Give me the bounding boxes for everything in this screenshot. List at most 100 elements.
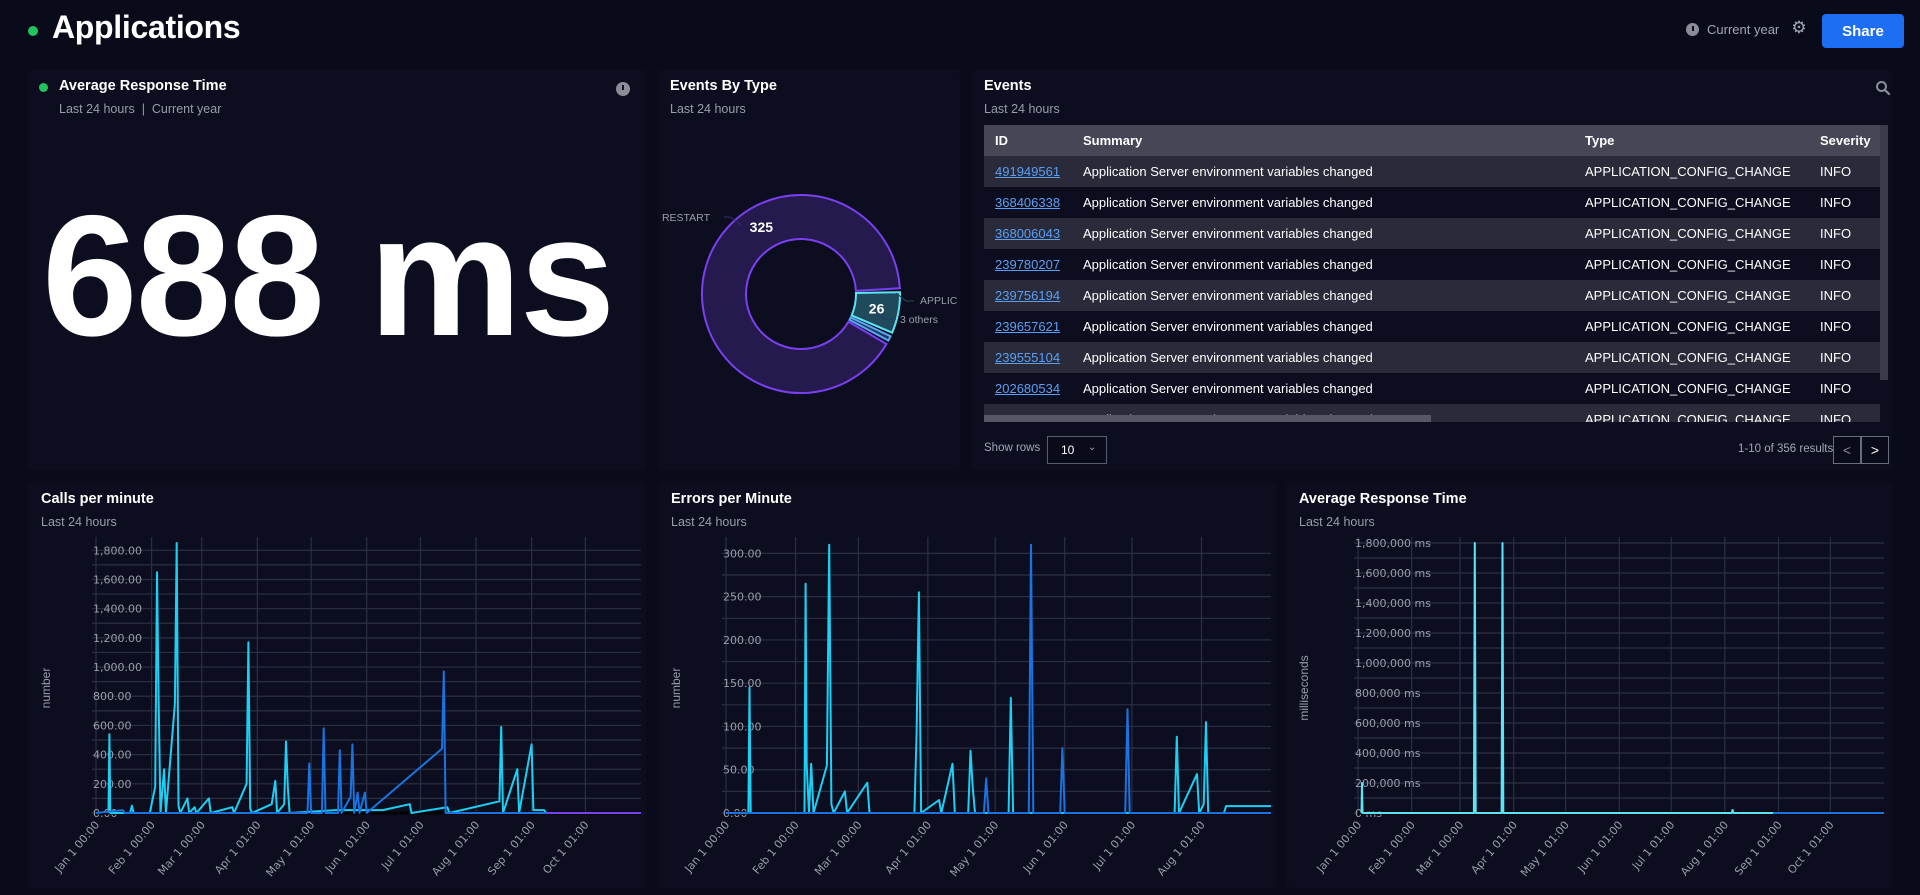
x-tick-label: Apr 1 01:00: [883, 819, 935, 877]
cell-summary: Application Server environment variables…: [1083, 288, 1373, 303]
x-tick-label: Feb 1 00:00: [106, 819, 158, 877]
event-id-link[interactable]: 202680534: [995, 381, 1060, 396]
slice-label-applic: APPLIC: [920, 295, 958, 307]
cell-summary: Application Server environment variables…: [1083, 257, 1373, 272]
x-tick-label: May 1 01:00: [263, 819, 317, 880]
table-row[interactable]: 368006043 Application Server environment …: [984, 218, 1880, 249]
x-tick-label: Oct 1 01:00: [540, 819, 592, 877]
show-rows-label: Show rows: [984, 442, 1041, 454]
x-tick-label: Aug 1 01:00: [1678, 819, 1731, 879]
cell-severity: INFO: [1820, 381, 1852, 396]
panel-title: Events: [984, 78, 1032, 94]
events-table: ID Summary Type Severity 491949561 Applic…: [984, 125, 1890, 422]
y-tick-label: 1,400,000 ms: [1355, 597, 1431, 610]
x-tick-label: Jan 1 00:00: [51, 819, 102, 876]
x-tick-label: Mar 1 00:00: [1414, 819, 1467, 878]
search-icon[interactable]: [1875, 80, 1891, 96]
cell-severity: INFO: [1820, 350, 1852, 365]
x-tick-label: Apr 1 01:00: [1468, 819, 1520, 877]
cell-type: APPLICATION_CONFIG_CHANGE: [1585, 195, 1791, 210]
column-header-id[interactable]: ID: [995, 133, 1008, 148]
pagination: < >: [1833, 436, 1889, 464]
slice-label-restart: RESTART: [662, 212, 711, 224]
y-tick-label: 200.00: [723, 634, 762, 647]
x-tick-label: Jan 1 00:00: [1313, 819, 1364, 876]
cell-severity: INFO: [1820, 319, 1852, 334]
status-dot: [28, 26, 38, 36]
cell-id: 239555104: [995, 350, 1060, 365]
cell-severity: INFO: [1820, 226, 1852, 241]
events-by-type-panel: Events By Type Last 24 hours 325 26 RESTAR…: [658, 70, 960, 470]
table-row[interactable]: 368406338 Application Server environment …: [984, 187, 1880, 218]
y-axis-label: number: [39, 668, 53, 709]
cell-summary: Application Server environment variables…: [1083, 195, 1373, 210]
y-tick-label: 800,000 ms: [1355, 687, 1421, 700]
donut-chart: 325 26 RESTART APPLIC 3 others: [662, 194, 958, 394]
y-tick-label: 1,000,000 ms: [1355, 657, 1431, 670]
y-tick-label: 400.00: [93, 749, 132, 762]
cell-id: 239780207: [995, 257, 1060, 272]
cell-id: 491949561: [995, 164, 1060, 179]
series-line-series-a[interactable]: [107, 542, 642, 814]
event-id-link[interactable]: 239780207: [995, 257, 1060, 272]
y-tick-label: 1,000.00: [93, 661, 142, 674]
cell-id: 239756194: [995, 288, 1060, 303]
event-id-link[interactable]: 491949561: [995, 164, 1060, 179]
next-page-button[interactable]: >: [1861, 436, 1889, 464]
x-tick-label: Jul 1 01:00: [1090, 819, 1139, 873]
cell-summary: Application Server environment variables…: [1083, 381, 1373, 396]
x-tick-label: Jul 1 01:00: [378, 819, 427, 873]
table-row[interactable]: 239756194 Application Server environment …: [984, 280, 1880, 311]
cell-type: APPLICATION_CONFIG_CHANGE: [1585, 412, 1791, 422]
rows-per-page-select[interactable]: 10 ⌄: [1047, 436, 1107, 464]
table-row[interactable]: 202680534 Application Server environment …: [984, 373, 1880, 404]
x-tick-label: Oct 1 01:00: [1785, 819, 1837, 877]
x-tick-label: Mar 1 00:00: [812, 819, 865, 878]
vertical-scrollbar[interactable]: [1880, 125, 1888, 380]
y-tick-label: 200,000 ms: [1355, 777, 1421, 790]
history-icon[interactable]: [616, 82, 630, 96]
results-count: 1-10 of 356 results: [1738, 443, 1834, 455]
column-header-severity[interactable]: Severity: [1820, 133, 1871, 148]
column-header-summary[interactable]: Summary: [1083, 133, 1142, 148]
table-row[interactable]: 239657621 Application Server environment …: [984, 311, 1880, 342]
horizontal-scrollbar[interactable]: [984, 415, 1431, 422]
panel-title: Average Response Time: [59, 78, 227, 94]
avg-response-value: 688 ms: [42, 180, 615, 372]
table-row[interactable]: 491949561 Application Server environment …: [984, 156, 1880, 187]
gear-icon[interactable]: ⚙: [1791, 19, 1807, 36]
avg-response-panel: Average Response Time Last 24 hours | Cu…: [28, 70, 646, 470]
y-tick-label: 400,000 ms: [1355, 747, 1421, 760]
prev-page-button[interactable]: <: [1833, 436, 1861, 464]
calls-per-minute-panel: Calls per minute Last 24 hours 0.00200.0…: [28, 483, 646, 888]
event-id-link[interactable]: 368006043: [995, 226, 1060, 241]
table-row[interactable]: 239555104 Application Server environment …: [984, 342, 1880, 373]
time-range-label: Current year: [1707, 22, 1780, 37]
events-panel: Events Last 24 hours ID Summary Type Sev…: [972, 70, 1892, 470]
event-id-link[interactable]: 368406338: [995, 195, 1060, 210]
series-line-series-a[interactable]: [726, 543, 1271, 814]
y-tick-label: 150.00: [723, 677, 762, 690]
x-tick-label: Feb 1 00:00: [1366, 819, 1418, 877]
time-range-selector[interactable]: Current year: [1686, 22, 1779, 37]
cell-id: 202680534: [995, 381, 1060, 396]
cell-type: APPLICATION_CONFIG_CHANGE: [1585, 350, 1791, 365]
share-button[interactable]: Share: [1822, 14, 1904, 48]
y-tick-label: 800.00: [93, 690, 132, 703]
event-id-link[interactable]: 239756194: [995, 288, 1060, 303]
event-id-link[interactable]: 239555104: [995, 350, 1060, 365]
cell-severity: INFO: [1820, 288, 1852, 303]
cell-summary: Application Server environment variables…: [1083, 164, 1373, 179]
cell-type: APPLICATION_CONFIG_CHANGE: [1585, 164, 1791, 179]
clock-icon: [1686, 23, 1699, 36]
table-row[interactable]: 239780207 Application Server environment …: [984, 249, 1880, 280]
cell-type: APPLICATION_CONFIG_CHANGE: [1585, 319, 1791, 334]
x-tick-label: Aug 1 01:00: [429, 819, 482, 879]
cell-id: 368006043: [995, 226, 1060, 241]
cell-type: APPLICATION_CONFIG_CHANGE: [1585, 226, 1791, 241]
event-id-link[interactable]: 239657621: [995, 319, 1060, 334]
y-tick-label: 1,800.00: [93, 544, 142, 557]
x-tick-label: May 1 01:00: [1518, 819, 1572, 880]
cell-severity: INFO: [1820, 257, 1852, 272]
column-header-type[interactable]: Type: [1585, 133, 1614, 148]
